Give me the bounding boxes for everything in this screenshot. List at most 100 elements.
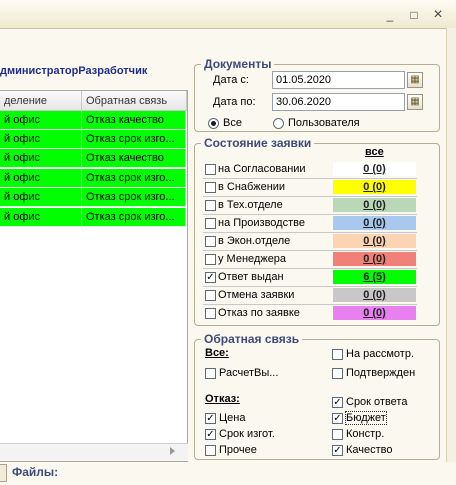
feedback-checkbox[interactable]: ✓ <box>205 413 216 424</box>
feedback-checkbox[interactable] <box>332 429 343 440</box>
status-count[interactable]: 0 (0) <box>333 306 416 320</box>
feedback-label: Цена <box>219 412 246 424</box>
radio-all-label: Все <box>223 117 242 129</box>
status-label: в Снабжении <box>218 181 286 193</box>
status-label: на Производстве <box>218 217 305 229</box>
table-cell-department: й офис <box>0 130 82 149</box>
current-user-label: дминистраторРазработчик <box>0 65 148 77</box>
bottom-bar: Файлы: <box>0 462 456 485</box>
status-label: Ответ выдан <box>218 271 284 283</box>
date-to-field[interactable]: 30.06.2020 <box>272 93 405 111</box>
feedback-checkbox[interactable] <box>205 445 216 456</box>
status-checkbox[interactable] <box>205 290 216 301</box>
status-count[interactable]: 0 (0) <box>333 234 416 248</box>
status-count[interactable]: 0 (0) <box>333 180 416 194</box>
status-checkbox[interactable] <box>205 182 216 193</box>
status-checkbox[interactable] <box>205 308 216 319</box>
table-row[interactable]: й офис Отказ срок изго... <box>0 208 186 227</box>
files-label: Файлы: <box>12 465 59 479</box>
status-label: Отказ по заявке <box>218 307 300 319</box>
status-all-header[interactable]: все <box>365 146 384 158</box>
feedback-checkbox[interactable]: ✓ <box>332 397 343 408</box>
table-cell-department: й офис <box>0 188 82 207</box>
status-divider <box>203 232 417 233</box>
feedback-label: Качество <box>346 444 393 456</box>
minimize-icon[interactable]: _ <box>382 8 398 22</box>
feedback-checkbox[interactable]: ✓ <box>205 429 216 440</box>
table-cell-department: й офис <box>0 111 82 130</box>
status-divider <box>203 196 417 197</box>
status-count[interactable]: 0 (0) <box>333 162 416 176</box>
table-cell-feedback: Отказ качество <box>82 149 186 168</box>
status-checkbox[interactable]: ✓ <box>205 272 216 283</box>
table-row[interactable]: й офис Отказ срок изго... <box>0 130 186 149</box>
table-row[interactable]: й офис Отказ качество <box>0 149 186 168</box>
table-cell-feedback: Отказ срок изго... <box>82 169 186 188</box>
status-checkbox[interactable] <box>205 254 216 265</box>
feedback-refusal-label[interactable]: Отказ: <box>205 393 240 405</box>
status-divider <box>203 250 417 251</box>
table-cell-department: й офис <box>0 208 82 227</box>
status-divider <box>203 214 417 215</box>
status-divider <box>203 268 417 269</box>
date-from-label: Дата с: <box>213 74 249 86</box>
feedback-checkbox[interactable] <box>332 349 343 360</box>
status-label: в Экон.отделе <box>218 235 291 247</box>
files-button[interactable] <box>0 464 7 482</box>
date-from-field[interactable]: 01.05.2020 <box>272 71 405 89</box>
table-cell-feedback: Отказ срок изго... <box>82 188 186 207</box>
status-checkbox[interactable] <box>205 218 216 229</box>
status-checkbox[interactable] <box>205 164 216 175</box>
close-icon[interactable]: × <box>430 7 446 23</box>
feedback-label: На рассмотр. <box>346 348 415 360</box>
feedback-all-label[interactable]: Все: <box>205 347 229 359</box>
feedback-label: Срок изгот. <box>219 428 275 440</box>
radio-all[interactable] <box>208 118 219 129</box>
date-to-label: Дата по: <box>213 96 256 108</box>
feedback-checkbox[interactable]: ✓ <box>332 445 343 456</box>
status-label: у Менеджера <box>218 253 287 265</box>
requests-table[interactable]: деление Обратная связь й офис Отказ каче… <box>0 90 188 462</box>
status-checkbox[interactable] <box>205 200 216 211</box>
table-row[interactable]: й офис Отказ срок изго... <box>0 169 186 188</box>
radio-user-label: Пользователя <box>288 117 360 129</box>
table-row[interactable]: й офис Отказ срок изго... <box>0 188 186 207</box>
status-label: Отмена заявки <box>218 289 295 301</box>
feedback-checkbox[interactable] <box>332 368 343 379</box>
feedback-label: Подтвержден <box>346 367 416 379</box>
feedback-checkbox[interactable] <box>205 368 216 379</box>
radio-user[interactable] <box>273 118 284 129</box>
feedback-label: РасчетВы... <box>219 367 279 379</box>
feedback-label: Прочее <box>219 444 257 456</box>
table-horizontal-scrollbar[interactable] <box>0 443 188 461</box>
column-header-department[interactable]: деление <box>0 91 82 111</box>
window-title-bar: _ □ × <box>0 0 456 29</box>
documents-group-title: Документы <box>201 57 275 71</box>
feedback-label: Срок ответа <box>346 396 408 408</box>
feedback-group-title: Обратная связь <box>201 332 303 346</box>
feedback-checkbox[interactable]: ✓ <box>332 413 343 424</box>
status-count[interactable]: 0 (0) <box>333 198 416 212</box>
feedback-label: Констр. <box>346 428 385 440</box>
request-status-title: Состояние заявки <box>201 136 315 150</box>
column-header-feedback[interactable]: Обратная связь <box>82 91 187 111</box>
status-count[interactable]: 0 (0) <box>333 216 416 230</box>
window-edge <box>446 28 456 462</box>
table-cell-feedback: Отказ срок изго... <box>82 208 186 227</box>
scroll-right-icon[interactable] <box>170 447 175 455</box>
table-cell-feedback: Отказ качество <box>82 111 186 130</box>
status-divider <box>203 286 417 287</box>
calendar-from-icon[interactable]: ▦ <box>407 72 423 88</box>
table-row[interactable]: й офис Отказ качество <box>0 111 186 130</box>
status-label: в Тех.отделе <box>218 199 283 211</box>
table-cell-department: й офис <box>0 149 82 168</box>
status-divider <box>203 304 417 305</box>
maximize-icon[interactable]: □ <box>406 8 422 22</box>
table-cell-department: й офис <box>0 169 82 188</box>
status-count[interactable]: 0 (0) <box>333 288 416 302</box>
calendar-to-icon[interactable]: ▦ <box>407 94 423 110</box>
status-checkbox[interactable] <box>205 236 216 247</box>
status-divider <box>203 178 417 179</box>
status-count[interactable]: 6 (5) <box>333 270 416 284</box>
status-count[interactable]: 0 (0) <box>333 252 416 266</box>
